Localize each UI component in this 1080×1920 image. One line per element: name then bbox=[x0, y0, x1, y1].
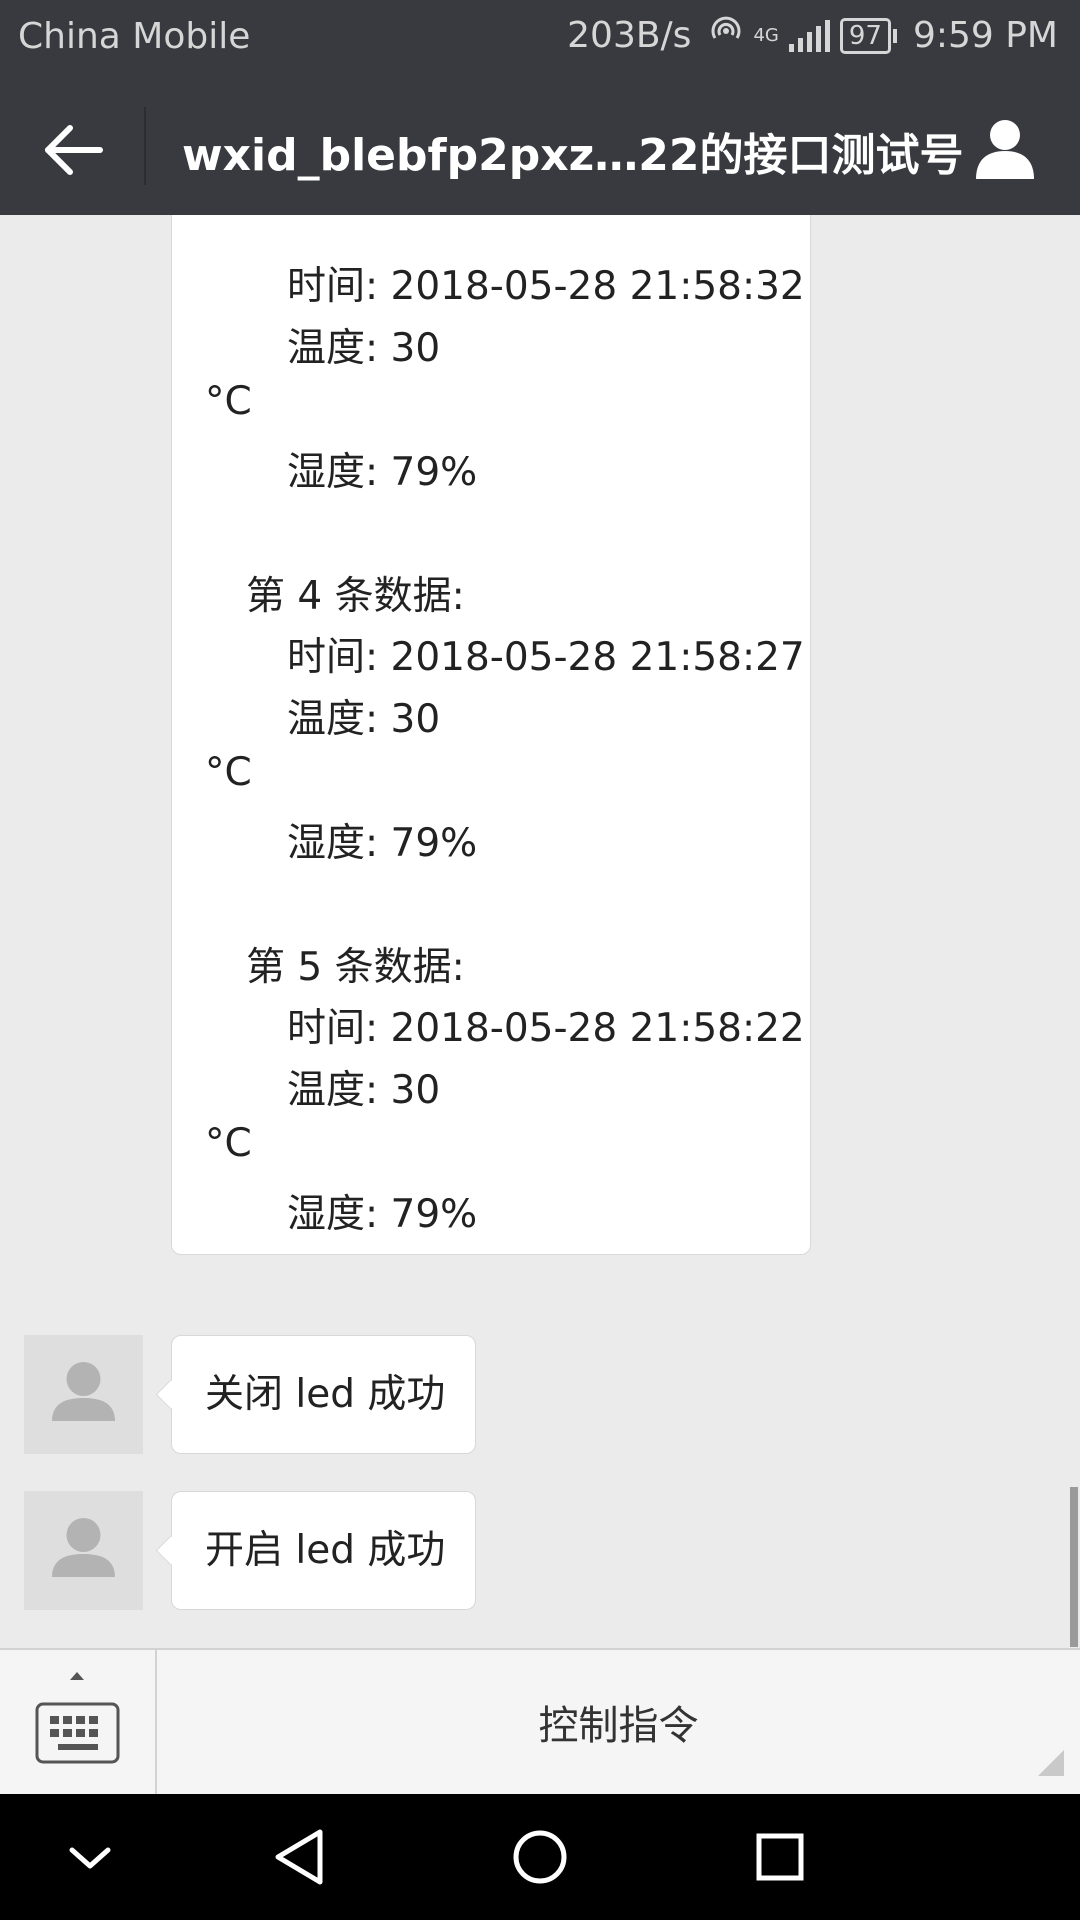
message-bubble[interactable]: 开启 led 成功 bbox=[171, 1491, 476, 1610]
default-avatar-icon bbox=[52, 1518, 115, 1577]
nav-down-button[interactable] bbox=[40, 1812, 140, 1902]
message-line: 湿度: 79% bbox=[287, 450, 478, 495]
system-nav-bar bbox=[0, 1794, 1080, 1920]
message-line: 时间: 2018-05-28 21:58:32 bbox=[287, 264, 805, 309]
status-bar: China Mobile 203B/s 4G 97 9:59 PM bbox=[0, 0, 1080, 75]
message-line: 温度: 30 bbox=[287, 697, 441, 742]
hotspot-icon bbox=[709, 14, 743, 57]
menu-bar: 控制指令 bbox=[0, 1648, 1080, 1794]
chat-area[interactable]: 时间: 2018-05-28 21:58:32 温度: 30 °C 湿度: 79… bbox=[0, 215, 1080, 1648]
status-indicators: 203B/s 4G 97 9:59 PM bbox=[567, 14, 1058, 57]
arrow-left-icon bbox=[45, 125, 103, 175]
message-line: 温度: 30 bbox=[287, 1068, 441, 1113]
network-type: 4G bbox=[753, 24, 779, 46]
page-title: wxid_blebfp2pxz…22的接口测试号 bbox=[182, 130, 964, 181]
square-recent-icon bbox=[756, 1833, 804, 1881]
nav-back-button[interactable] bbox=[250, 1812, 350, 1902]
person-icon bbox=[976, 120, 1034, 179]
avatar[interactable] bbox=[24, 1335, 143, 1454]
message-line: 时间: 2018-05-28 21:58:27 bbox=[287, 635, 805, 680]
carrier-name: China Mobile bbox=[18, 16, 251, 57]
signal-icon bbox=[788, 19, 830, 52]
scrollbar[interactable] bbox=[1070, 1487, 1078, 1647]
network-speed: 203B/s bbox=[567, 15, 692, 56]
chevron-down-icon bbox=[69, 1847, 111, 1869]
circle-home-icon bbox=[513, 1830, 567, 1884]
message-bubble[interactable]: 关闭 led 成功 bbox=[171, 1335, 476, 1454]
nav-recent-button[interactable] bbox=[730, 1812, 830, 1902]
nav-home-button[interactable] bbox=[490, 1812, 590, 1902]
message-line: 湿度: 79% bbox=[287, 821, 478, 866]
message-line: 温度: 30 bbox=[287, 326, 441, 371]
avatar[interactable] bbox=[24, 1491, 143, 1610]
title-bar: wxid_blebfp2pxz…22的接口测试号 bbox=[0, 75, 1080, 215]
keyboard-icon bbox=[35, 1672, 120, 1764]
message-line: 第 5 条数据: bbox=[246, 945, 465, 990]
keyboard-toggle-button[interactable] bbox=[0, 1650, 157, 1794]
menu-item-control-command[interactable]: 控制指令 bbox=[157, 1650, 1080, 1794]
title-divider bbox=[144, 107, 146, 185]
message-line: °C bbox=[205, 1121, 252, 1166]
message-line: 时间: 2018-05-28 21:58:22 bbox=[287, 1006, 805, 1051]
clock: 9:59 PM bbox=[912, 15, 1058, 56]
message-line: °C bbox=[205, 750, 252, 795]
battery-icon: 97 bbox=[839, 17, 898, 54]
default-avatar-icon bbox=[52, 1362, 115, 1421]
message-bubble-data: 时间: 2018-05-28 21:58:32 温度: 30 °C 湿度: 79… bbox=[171, 215, 811, 1255]
profile-button[interactable] bbox=[970, 113, 1040, 183]
message-line: °C bbox=[205, 379, 252, 424]
back-button[interactable] bbox=[40, 115, 110, 185]
submenu-indicator-icon bbox=[1038, 1750, 1064, 1776]
message-line: 第 4 条数据: bbox=[246, 574, 465, 619]
triangle-back-icon bbox=[275, 1829, 323, 1885]
message-line: 湿度: 79% bbox=[287, 1192, 478, 1237]
